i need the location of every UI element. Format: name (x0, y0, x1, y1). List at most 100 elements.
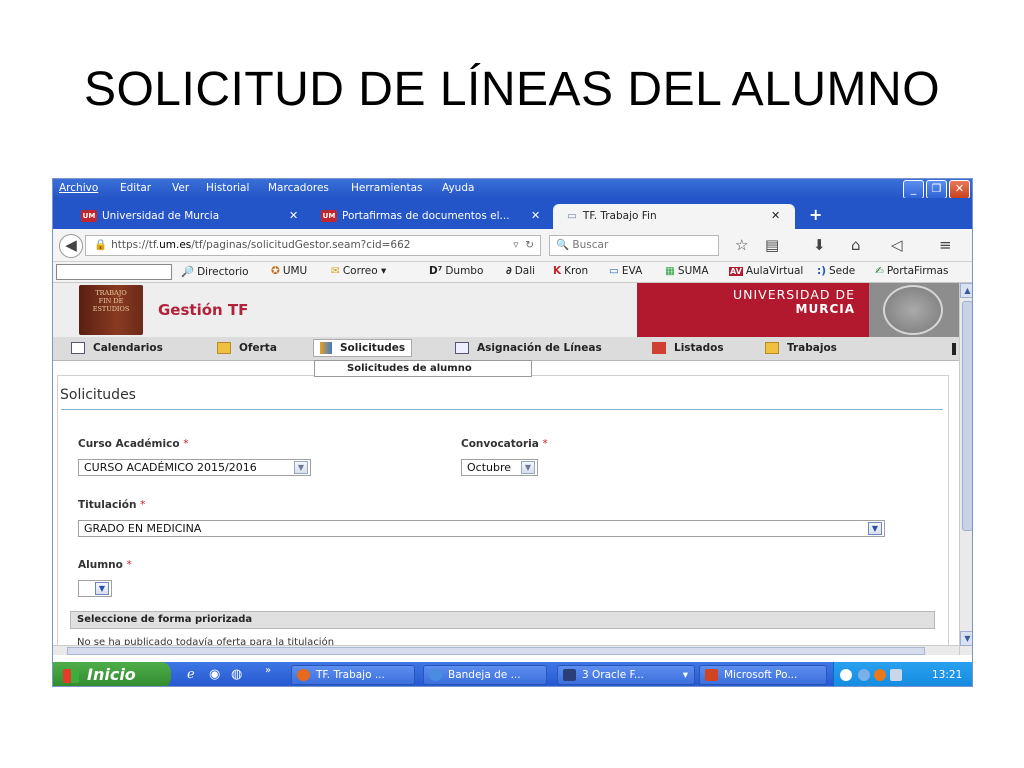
tab-close-icon[interactable]: ✕ (771, 204, 780, 228)
start-label: Inicio (87, 665, 136, 684)
menu-historial[interactable]: Historial (206, 182, 249, 194)
section-title: Solicitudes (60, 387, 136, 403)
tab-portafirmas[interactable]: UM Portafirmas de documentos el... ✕ (321, 204, 545, 229)
task-powerpoint[interactable]: Microsoft Po... (699, 665, 827, 685)
new-tab-button[interactable]: + (809, 205, 822, 224)
nav-calendarios[interactable]: Calendarios (71, 342, 163, 354)
hscroll-thumb[interactable] (67, 647, 925, 655)
titulacion-label-text: Titulación (78, 499, 137, 511)
nav-trabajos[interactable]: Trabajos (765, 342, 837, 354)
alumno-select[interactable]: ▼ (78, 580, 112, 597)
offer-icon (217, 342, 231, 354)
app-banner: TRABAJO FIN DE ESTUDIOS Gestión TF UNIVERS… (53, 283, 959, 337)
reading-list-icon[interactable]: ▤ (765, 236, 779, 254)
task-oracle[interactable]: 3 Oracle F... ▾ (557, 665, 695, 685)
minimize-button[interactable]: _ (903, 180, 924, 199)
priority-header: Seleccione de forma priorizada (70, 611, 935, 629)
tray-update-icon[interactable] (874, 669, 886, 681)
convocatoria-label: Convocatoria * (461, 438, 548, 450)
curso-label: Curso Académico * (78, 438, 188, 450)
system-tray: 13:21 (833, 662, 972, 686)
send-icon[interactable]: ◁ (891, 236, 903, 254)
convocatoria-select[interactable]: Octubre ▼ (461, 459, 538, 476)
tab-universidad[interactable]: UM Universidad de Murcia ✕ (81, 204, 299, 229)
vertical-scrollbar[interactable]: ▲ ▼ (959, 283, 972, 655)
bookmark-label: Sede (829, 265, 856, 277)
university-seal-logo (869, 283, 959, 337)
tray-network-icon[interactable] (890, 669, 902, 681)
bookmark-aulavirtual[interactable]: AV AulaVirtual (729, 265, 803, 277)
bookmark-kron[interactable]: K Kron (553, 265, 588, 277)
tray-user-icon[interactable] (858, 669, 870, 681)
convocatoria-label-text: Convocatoria (461, 438, 539, 450)
required-mark: * (183, 438, 189, 450)
menu-ver[interactable]: Ver (172, 182, 189, 194)
chevron-down-icon: ▼ (521, 461, 535, 474)
url-domain: um.es (159, 239, 192, 251)
bookmark-suma[interactable]: ▦ SUMA (665, 265, 709, 277)
bookmark-correo[interactable]: ✉ Correo ▾ (331, 265, 386, 277)
home-icon[interactable]: ⌂ (851, 236, 861, 254)
quicklaunch-more[interactable]: » (265, 665, 271, 676)
menu-archivo[interactable]: Archivo (59, 182, 98, 194)
menu-hamburger-icon[interactable]: ≡ (939, 236, 952, 254)
bookmark-label: Correo (342, 265, 378, 277)
menu-herramientas[interactable]: Herramientas (351, 182, 423, 194)
task-firefox[interactable]: TF. Trabajo ... (291, 665, 415, 685)
university-banner[interactable]: UNIVERSIDAD DE MURCIA (637, 283, 869, 337)
curso-select[interactable]: CURSO ACADÉMICO 2015/2016 ▼ (78, 459, 311, 476)
bookmark-label: SUMA (677, 265, 709, 277)
tab-bar: UM Universidad de Murcia ✕ UM Portafirmas … (53, 198, 972, 229)
bookmark-label: PortaFirmas (886, 265, 949, 277)
quicklaunch-icon[interactable]: ◍ (231, 667, 242, 682)
restore-button[interactable]: ❐ (926, 180, 947, 199)
navigation-bar: ◀ 🔒 https://tf.um.es/tf/paginas/solicitud… (53, 229, 972, 262)
nav-asignacion[interactable]: Asignación de Líneas (455, 342, 602, 354)
tab-close-icon[interactable]: ✕ (289, 204, 298, 228)
titulacion-select[interactable]: GRADO EN MEDICINA ▼ (78, 520, 885, 537)
nav-oferta[interactable]: Oferta (217, 342, 277, 354)
bookmark-dali[interactable]: ∂ Dali (506, 265, 535, 277)
windows-flag-icon (63, 668, 79, 683)
close-window-button[interactable]: ✕ (949, 180, 970, 199)
url-field[interactable]: 🔒 https://tf.um.es/tf/paginas/solicitudGe… (85, 235, 541, 256)
nav-solicitudes[interactable]: Solicitudes (313, 339, 413, 357)
tab-label: Universidad de Murcia (102, 210, 220, 222)
nav-listados[interactable]: Listados (652, 342, 724, 354)
bookmark-directorio[interactable]: 🔎 Directorio (181, 265, 249, 278)
ie-icon[interactable]: ℯ (187, 667, 195, 682)
dropdown-solicitudes-alumno[interactable]: Solicitudes de alumno (314, 360, 532, 377)
bookmark-search-input[interactable] (56, 264, 172, 280)
menu-ayuda[interactable]: Ayuda (442, 182, 474, 194)
horizontal-scrollbar[interactable] (53, 645, 959, 655)
bookmark-portafirmas[interactable]: ✍ PortaFirmas (875, 265, 949, 277)
bookmark-sede[interactable]: :) Sede (817, 265, 855, 277)
nav-label: Asignación de Líneas (477, 342, 602, 354)
oracle-icon (563, 669, 576, 681)
bookmark-umu[interactable]: ✪ UMU (271, 265, 307, 277)
tab-close-icon[interactable]: ✕ (531, 204, 540, 228)
scroll-up-icon[interactable]: ▲ (960, 283, 972, 298)
bookmark-star-icon[interactable]: ☆ (735, 236, 748, 254)
bookmark-eva[interactable]: ▭ EVA (609, 265, 642, 277)
menu-editar[interactable]: Editar (120, 182, 151, 194)
tray-chevron-icon[interactable] (840, 669, 852, 681)
tab-tf-trabajo[interactable]: ▭ TF. Trabajo Fin ✕ (553, 204, 795, 229)
mail-icon (429, 669, 442, 681)
back-arrow-icon[interactable]: ◀ (59, 234, 83, 258)
titulacion-value: GRADO EN MEDICINA (84, 522, 202, 535)
bookmark-dumbo[interactable]: D⁷ Dumbo (429, 265, 483, 277)
download-icon[interactable]: ⬇ (813, 236, 826, 254)
chevron-down-icon: ▼ (294, 461, 308, 474)
scroll-thumb[interactable] (962, 301, 972, 531)
kron-icon: K (553, 265, 562, 277)
task-bandeja[interactable]: Bandeja de ... (423, 665, 547, 685)
media-icon[interactable]: ◉ (209, 667, 220, 682)
works-icon (765, 342, 779, 354)
menu-marcadores[interactable]: Marcadores (268, 182, 329, 194)
search-input[interactable]: 🔍 Buscar (549, 235, 719, 256)
reload-icon[interactable]: ▿ ↻ (513, 236, 534, 255)
scroll-down-icon[interactable]: ▼ (960, 631, 972, 646)
clock: 13:21 (932, 669, 963, 681)
start-button[interactable]: Inicio (53, 662, 171, 686)
